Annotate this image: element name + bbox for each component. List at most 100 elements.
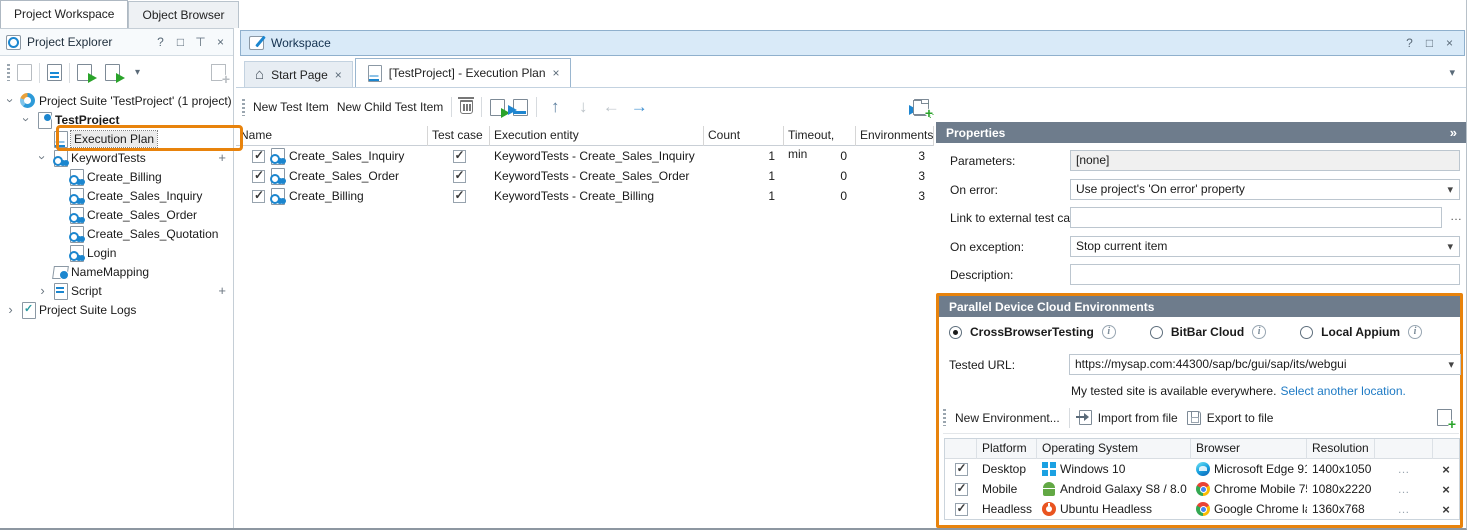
help-button-icon[interactable]: ? — [1403, 36, 1416, 50]
close-button-icon[interactable]: × — [1443, 36, 1456, 50]
enabled-checkbox[interactable] — [252, 150, 265, 163]
float-button-icon[interactable]: □ — [1423, 36, 1436, 50]
tab-project-workspace[interactable]: Project Workspace — [0, 0, 128, 28]
collapse-panel-icon[interactable]: » — [1450, 125, 1457, 140]
env-enabled-checkbox[interactable] — [955, 483, 968, 496]
tree-item-create-sales-order[interactable]: ›Create_Sales_Order — [0, 205, 233, 224]
remove-environment-button[interactable]: × — [1442, 462, 1450, 477]
provider-option-crossbrowsertesting[interactable]: CrossBrowserTesting — [949, 325, 1116, 339]
test-case-checkbox[interactable] — [453, 170, 466, 183]
new-test-item-button[interactable]: New Test Item — [253, 100, 329, 114]
test-case-checkbox[interactable] — [453, 150, 466, 163]
environment-row-headless[interactable]: HeadlessUbuntu HeadlessGoogle Chrome lat… — [945, 499, 1459, 519]
outdent-item-button[interactable]: ← — [601, 97, 621, 117]
description-field[interactable] — [1070, 264, 1460, 285]
on-error-field[interactable]: Use project's 'On error' property — [1070, 179, 1460, 200]
info-icon[interactable] — [1252, 325, 1266, 339]
env-enabled-checkbox[interactable] — [955, 503, 968, 516]
tree-item-script[interactable]: ›Script+ — [0, 281, 233, 300]
collapse-icon[interactable]: › — [36, 151, 49, 164]
test-case-checkbox[interactable] — [453, 190, 466, 203]
env-enabled-checkbox[interactable] — [955, 463, 968, 476]
close-tab-icon[interactable]: × — [335, 68, 342, 82]
run-selected-item-button[interactable] — [490, 99, 505, 116]
new-environment-button[interactable]: New Environment... — [955, 411, 1060, 425]
move-into-group-button[interactable] — [913, 103, 929, 115]
radio-selected-icon[interactable] — [949, 326, 962, 339]
add-existing-project-button[interactable] — [211, 64, 226, 81]
indent-item-button[interactable]: → — [629, 97, 649, 117]
tab-object-browser[interactable]: Object Browser — [128, 1, 238, 28]
tree-item-project-suite-testproject-1-project[interactable]: ›Project Suite 'TestProject' (1 project) — [0, 91, 233, 110]
expand-icon[interactable]: › — [4, 303, 17, 316]
toolbar-grip[interactable] — [7, 64, 10, 81]
go-to-test-button[interactable] — [513, 99, 528, 116]
toolbar-grip[interactable] — [943, 409, 946, 426]
remove-environment-button[interactable]: × — [1442, 502, 1450, 517]
delete-item-button[interactable] — [460, 100, 473, 114]
test-item-row-create-sales-inquiry[interactable]: Create_Sales_InquiryKeywordTests - Creat… — [236, 146, 934, 166]
provider-option-local-appium[interactable]: Local Appium — [1300, 325, 1422, 339]
run-project-suite-button[interactable] — [105, 64, 120, 81]
tested-url-combobox[interactable]: https://mysap.com:44300/sap/bc/gui/sap/i… — [1069, 354, 1461, 375]
tree-item-login[interactable]: ›Login — [0, 243, 233, 262]
add-child-icon[interactable]: + — [218, 150, 226, 165]
help-button-icon[interactable]: ? — [154, 35, 167, 49]
float-button-icon[interactable]: □ — [174, 35, 187, 49]
collapse-icon[interactable]: › — [4, 94, 17, 107]
remove-environment-button[interactable]: × — [1442, 482, 1450, 497]
edit-environment-button[interactable]: … — [1398, 462, 1411, 476]
tree-item-create-billing[interactable]: ›Create_Billing — [0, 167, 233, 186]
expand-icon[interactable]: › — [36, 284, 49, 297]
column-header-test-case[interactable]: Test case — [428, 126, 490, 146]
toolbar-grip[interactable] — [242, 99, 245, 116]
select-location-link[interactable]: Select another location. — [1280, 384, 1405, 398]
tree-item-keywordtests[interactable]: ›KeywordTests+ — [0, 148, 233, 167]
test-item-row-create-sales-order[interactable]: Create_Sales_OrderKeywordTests - Create_… — [236, 166, 934, 186]
tree-item-create-sales-quotation[interactable]: ›Create_Sales_Quotation — [0, 224, 233, 243]
provider-option-bitbar-cloud[interactable]: BitBar Cloud — [1150, 325, 1266, 339]
info-icon[interactable] — [1408, 325, 1422, 339]
run-project-button[interactable] — [77, 64, 92, 81]
import-from-file-button[interactable]: Import from file — [1079, 410, 1178, 425]
tab-list-dropdown-icon[interactable]: ▾ — [1449, 66, 1467, 79]
move-down-button[interactable]: ↓ — [573, 97, 593, 117]
column-header-environments[interactable]: Environments — [856, 126, 934, 146]
environment-row-mobile[interactable]: MobileAndroid Galaxy S8 / 8.0Chrome Mobi… — [945, 479, 1459, 499]
column-header-execution-entity[interactable]: Execution entity — [490, 126, 704, 146]
edit-environment-button[interactable]: … — [1398, 502, 1411, 516]
tree-item-namemapping[interactable]: ›NameMapping — [0, 262, 233, 281]
add-child-icon[interactable]: + — [218, 283, 226, 298]
doc-tab-start-page[interactable]: ⌂Start Page× — [244, 61, 353, 87]
tree-item-execution-plan[interactable]: ›Execution Plan — [0, 129, 233, 148]
column-header-count[interactable]: Count — [704, 126, 784, 146]
column-header-timeout-min[interactable]: Timeout, min — [784, 126, 856, 146]
parameters-field[interactable]: [none] — [1070, 150, 1460, 171]
on-exception-field[interactable]: Stop current item — [1070, 236, 1460, 257]
edit-environment-button[interactable]: … — [1398, 482, 1411, 496]
new-child-test-item-button[interactable]: New Child Test Item — [337, 100, 443, 114]
organize-tests-button[interactable] — [47, 64, 62, 81]
radio-icon[interactable] — [1300, 326, 1313, 339]
tree-item-testproject[interactable]: ›TestProject — [0, 110, 233, 129]
link-to-external-test-case-field[interactable] — [1070, 207, 1442, 228]
close-tab-icon[interactable]: × — [553, 66, 560, 80]
enabled-checkbox[interactable] — [252, 170, 265, 183]
move-up-button[interactable]: ↑ — [545, 97, 565, 117]
environment-row-desktop[interactable]: DesktopWindows 10Microsoft Edge 911400x1… — [945, 459, 1459, 479]
enabled-checkbox[interactable] — [252, 190, 265, 203]
browse-ellipsis-button[interactable]: … — [1450, 209, 1463, 223]
radio-icon[interactable] — [1150, 326, 1163, 339]
open-project-button[interactable] — [17, 64, 32, 81]
doc-tab-testproject-execution-plan[interactable]: [TestProject] - Execution Plan× — [355, 58, 571, 87]
close-button-icon[interactable]: × — [214, 35, 227, 49]
info-icon[interactable] — [1102, 325, 1116, 339]
test-item-row-create-billing[interactable]: Create_BillingKeywordTests - Create_Bill… — [236, 186, 934, 206]
collapse-icon[interactable]: › — [20, 113, 33, 126]
pin-button-icon[interactable]: ⊤ — [194, 35, 207, 49]
run-options-dropdown-icon[interactable]: ▾ — [135, 67, 140, 78]
export-to-file-button[interactable]: Export to file — [1187, 411, 1274, 425]
tree-item-create-sales-inquiry[interactable]: ›Create_Sales_Inquiry — [0, 186, 233, 205]
tree-item-project-suite-logs[interactable]: ›Project Suite Logs — [0, 300, 233, 319]
column-header-name[interactable]: Name — [236, 126, 428, 146]
